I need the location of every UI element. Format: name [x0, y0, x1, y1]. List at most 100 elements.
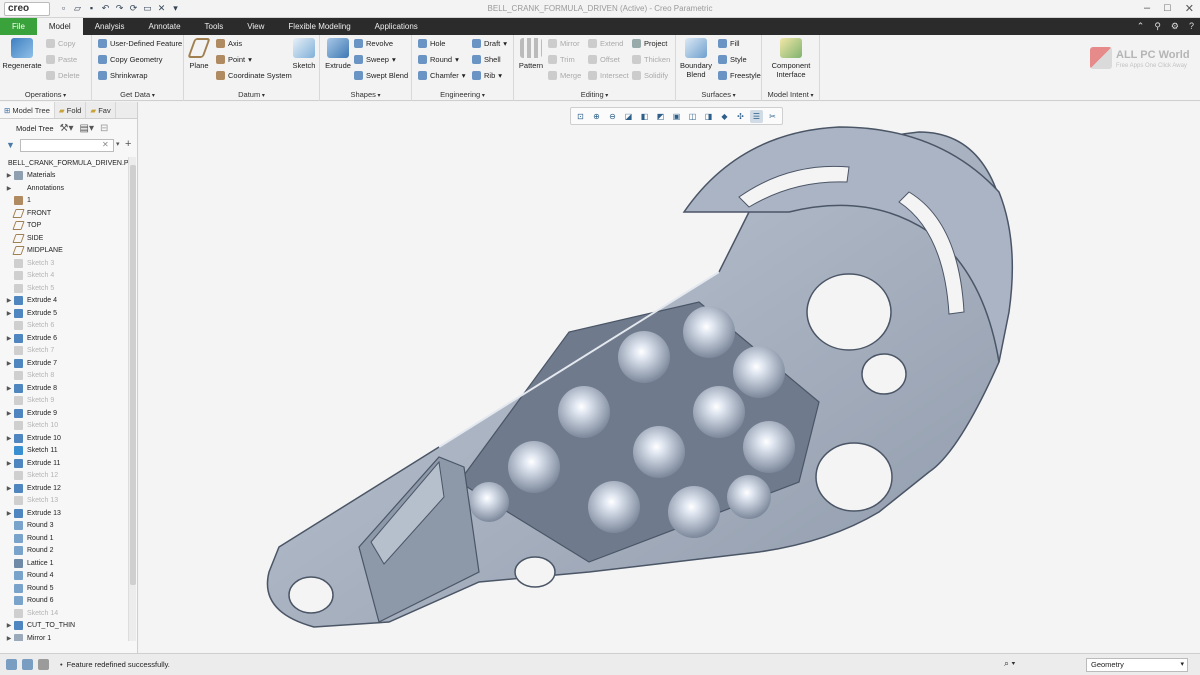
tree-item[interactable]: TOP [4, 220, 128, 233]
shrinkwrap-button[interactable]: Shrinkwrap [98, 71, 148, 80]
tree-expand-icon[interactable]: ⊟ [100, 123, 108, 134]
expand-arrow-icon[interactable]: ▶ [4, 385, 14, 392]
plane-button[interactable]: Plane [186, 38, 212, 70]
tree-search-input[interactable] [20, 139, 114, 152]
mirror-button[interactable]: Mirror [548, 39, 580, 48]
tab-folder-browser[interactable]: ▰ Fold [55, 102, 87, 118]
refit-icon[interactable]: ⊡ [574, 110, 587, 123]
tree-item[interactable]: Lattice 1 [4, 557, 128, 570]
expand-arrow-icon[interactable]: ▶ [4, 635, 14, 641]
tree-item[interactable]: ▶ Extrude 8 [4, 382, 128, 395]
offset-button[interactable]: Offset [588, 55, 620, 64]
paste-button[interactable]: Paste [46, 55, 77, 64]
trim-button[interactable]: Trim [548, 55, 575, 64]
tree-item[interactable]: Sketch 8 [4, 370, 128, 383]
tab-tools[interactable]: Tools [193, 18, 236, 35]
expand-arrow-icon[interactable]: ▶ [4, 435, 14, 442]
tree-item[interactable]: Sketch 5 [4, 282, 128, 295]
tree-item[interactable]: ▶ Extrude 5 [4, 307, 128, 320]
tree-item[interactable]: Sketch 10 [4, 420, 128, 433]
tree-settings-icon[interactable]: ⚒▾ [60, 123, 74, 134]
group-label-get-data[interactable]: Get Data [92, 90, 183, 99]
tree-item[interactable]: Round 6 [4, 595, 128, 608]
expand-arrow-icon[interactable]: ▶ [4, 335, 14, 342]
graphics-viewport[interactable]: ⊡ ⊕ ⊖ ◪ ◧ ◩ ▣ ◫ ◨ ◆ ✣ ☰ ✂ [139, 102, 1200, 653]
merge-button[interactable]: Merge [548, 71, 581, 80]
repaint-icon[interactable]: ◪ [622, 110, 635, 123]
tree-item[interactable]: ▶ Materials [4, 170, 128, 183]
pattern-button[interactable]: Pattern [516, 38, 546, 70]
group-label-surfaces[interactable]: Surfaces [676, 90, 761, 99]
tree-item[interactable]: SIDE [4, 232, 128, 245]
axis-button[interactable]: Axis [216, 39, 242, 48]
tree-item[interactable]: Round 1 [4, 532, 128, 545]
expand-arrow-icon[interactable]: ▶ [4, 410, 14, 417]
expand-arrow-icon[interactable]: ▶ [4, 185, 14, 192]
section-icon[interactable]: ◨ [702, 110, 715, 123]
expand-arrow-icon[interactable]: ▶ [4, 460, 14, 467]
swept-blend-button[interactable]: Swept Blend [354, 71, 408, 80]
revolve-button[interactable]: Revolve [354, 39, 393, 48]
tree-scrollbar[interactable] [128, 157, 136, 641]
expand-arrow-icon[interactable]: ▶ [4, 485, 14, 492]
thicken-button[interactable]: Thicken [632, 55, 670, 64]
add-filter-icon[interactable]: + [125, 138, 131, 150]
point-button[interactable]: Point ▾ [216, 55, 252, 64]
minimize-icon[interactable]: – [1144, 2, 1150, 15]
settings-icon[interactable]: ⚙ [1171, 21, 1179, 32]
tree-item[interactable]: ▶ Extrude 4 [4, 295, 128, 308]
boundary-blend-button[interactable]: Boundary Blend [678, 38, 714, 79]
tree-item[interactable]: ▶ Extrude 10 [4, 432, 128, 445]
expand-arrow-icon[interactable]: ▶ [4, 622, 14, 629]
tree-item[interactable]: BELL_CRANK_FORMULA_DRIVEN.P [4, 157, 128, 170]
round-button[interactable]: Round ▾ [418, 55, 459, 64]
tab-flexible-modeling[interactable]: Flexible Modeling [276, 18, 362, 35]
tree-item[interactable]: Round 5 [4, 582, 128, 595]
tree-item[interactable]: ▶ Extrude 9 [4, 407, 128, 420]
zoom-out-icon[interactable]: ⊖ [606, 110, 619, 123]
filter-dropdown-icon[interactable]: ▾ [116, 140, 120, 148]
tab-analysis[interactable]: Analysis [83, 18, 137, 35]
tree-item[interactable]: Sketch 3 [4, 257, 128, 270]
expand-arrow-icon[interactable]: ▶ [4, 510, 14, 517]
help-icon[interactable]: ? [1189, 21, 1194, 32]
tree-item[interactable]: Sketch 4 [4, 270, 128, 283]
hole-button[interactable]: Hole [418, 39, 445, 48]
delete-button[interactable]: Delete [46, 71, 80, 80]
tree-item[interactable]: Sketch 14 [4, 607, 128, 620]
tab-model[interactable]: Model [36, 18, 83, 35]
shell-button[interactable]: Shell [472, 55, 501, 64]
tree-item[interactable]: Sketch 7 [4, 345, 128, 358]
tree-item[interactable]: ▶ CUT_TO_THIN [4, 620, 128, 633]
tree-item[interactable]: Sketch 9 [4, 395, 128, 408]
tree-item[interactable]: Round 2 [4, 545, 128, 558]
collapse-ribbon-icon[interactable]: ⌃ [1137, 21, 1145, 32]
spin-center-icon[interactable]: ✂ [766, 110, 779, 123]
view-manager-icon[interactable]: ▣ [670, 110, 683, 123]
solidify-button[interactable]: Solidify [632, 71, 668, 80]
coordinate-system-button[interactable]: Coordinate System [216, 71, 292, 80]
group-label-operations[interactable]: Operations [0, 90, 91, 99]
datum-display-icon[interactable]: ✣ [734, 110, 747, 123]
component-interface-button[interactable]: Component Interface [764, 38, 818, 79]
group-label-model-intent[interactable]: Model Intent [762, 90, 819, 99]
tree-item[interactable]: ▶ Extrude 6 [4, 332, 128, 345]
intersect-button[interactable]: Intersect [588, 71, 629, 80]
tree-item[interactable]: MIDPLANE [4, 245, 128, 258]
zoom-in-icon[interactable]: ⊕ [590, 110, 603, 123]
tree-item[interactable]: Sketch 6 [4, 320, 128, 333]
extend-button[interactable]: Extend [588, 39, 623, 48]
tab-view[interactable]: View [235, 18, 276, 35]
tab-favorites[interactable]: ▰ Fav [86, 102, 116, 118]
saved-views-icon[interactable]: ◩ [654, 110, 667, 123]
tree-item[interactable]: ▶ Extrude 7 [4, 357, 128, 370]
tree-item[interactable]: ▶ Extrude 11 [4, 457, 128, 470]
tab-file[interactable]: File [0, 18, 37, 35]
toggle-navigator-icon[interactable] [6, 659, 17, 670]
tree-item[interactable]: ▶ Mirror 1 [4, 632, 128, 641]
tree-item[interactable]: Sketch 12 [4, 470, 128, 483]
tree-item[interactable]: ▶ Extrude 13 [4, 507, 128, 520]
display-style-icon[interactable]: ◧ [638, 110, 651, 123]
tree-item[interactable]: Round 3 [4, 520, 128, 533]
tree-item[interactable]: Sketch 13 [4, 495, 128, 508]
